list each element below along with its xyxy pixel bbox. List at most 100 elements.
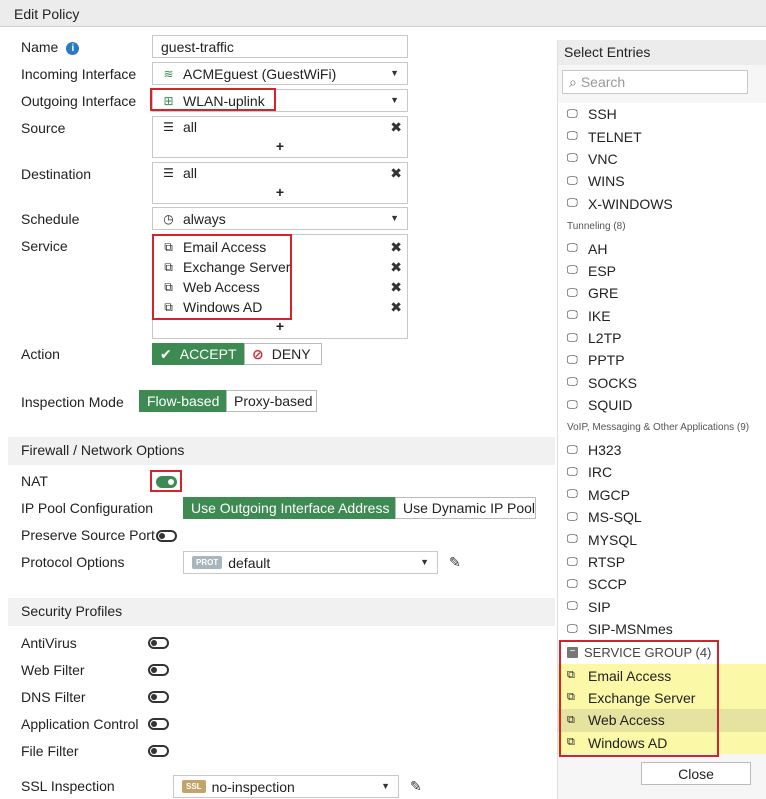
list-item[interactable]: 🖵 SCCP: [558, 573, 766, 596]
preserve-source-port-label: Preserve Source Port: [21, 527, 155, 543]
list-item[interactable]: 🖵 SSH: [558, 103, 766, 126]
incoming-interface-select[interactable]: ≋ ACMEguest (GuestWiFi) ▼: [152, 62, 408, 85]
monitor-icon: 🖵: [567, 174, 578, 187]
ssl-inspection-label: SSL Inspection: [21, 778, 115, 794]
proxy-based-button[interactable]: Proxy-based: [226, 390, 317, 412]
address-icon: ☰: [163, 120, 174, 134]
monitor-icon: 🖵: [567, 197, 578, 210]
monitor-icon: 🖵: [567, 309, 578, 322]
list-item[interactable]: 🖵 SIP: [558, 595, 766, 618]
name-value: guest-traffic: [161, 38, 234, 55]
list-item[interactable]: 🖵 SIP-MSNmes: [558, 617, 766, 641]
deny-button[interactable]: ⊘ DENY: [244, 343, 322, 365]
highlight-service: [152, 234, 292, 320]
list-item[interactable]: 🖵 IRC: [558, 461, 766, 484]
security-section-heading: Security Profiles: [8, 598, 555, 626]
monitor-icon: 🖵: [567, 353, 578, 366]
name-input[interactable]: guest-traffic: [152, 35, 408, 58]
destination-list[interactable]: ☰ all ✖ +: [152, 162, 408, 204]
list-item[interactable]: 🖵 IKE: [558, 304, 766, 327]
ssl-inspection-select[interactable]: SSL no-inspection ▼: [173, 775, 399, 798]
schedule-select[interactable]: ◷ always ▼: [152, 207, 408, 230]
search-input[interactable]: ⌕ Search: [562, 70, 748, 94]
use-dynamic-pool-button[interactable]: Use Dynamic IP Pool: [395, 497, 536, 519]
list-item[interactable]: 🖵 RTSP: [558, 550, 766, 574]
web-filter-toggle[interactable]: [148, 664, 169, 676]
protocol-options-label: Protocol Options: [21, 554, 125, 570]
antivirus-toggle[interactable]: [148, 637, 169, 649]
highlight-nat: [150, 470, 182, 492]
application-control-toggle[interactable]: [148, 718, 169, 730]
list-item[interactable]: 🖵 TELNET: [558, 125, 766, 148]
chevron-down-icon: ▼: [390, 213, 399, 223]
list-item[interactable]: 🖵 L2TP: [558, 326, 766, 350]
list-item[interactable]: 🖵 AH: [558, 237, 766, 260]
highlight-outgoing: [150, 88, 276, 111]
service-label: Service: [21, 238, 68, 254]
list-item[interactable]: 🖵 GRE: [558, 282, 766, 305]
ssl-inspection-value: no-inspection: [211, 778, 295, 795]
firewall-section-heading: Firewall / Network Options: [8, 437, 555, 465]
list-item[interactable]: 🖵 MYSQL: [558, 528, 766, 551]
clock-icon: ◷: [163, 211, 174, 226]
close-button[interactable]: Close: [641, 762, 751, 785]
dns-filter-label: DNS Filter: [21, 689, 86, 705]
preserve-source-port-toggle[interactable]: [156, 530, 177, 542]
list-item[interactable]: 🖵 SQUID: [558, 394, 766, 417]
chevron-down-icon: ▼: [381, 781, 390, 791]
close-icon[interactable]: ✖: [390, 165, 402, 182]
monitor-icon: 🖵: [567, 443, 578, 456]
monitor-icon: 🖵: [567, 465, 578, 478]
monitor-icon: 🖵: [567, 555, 578, 568]
use-outgoing-interface-button[interactable]: Use Outgoing Interface Address: [183, 497, 395, 519]
chevron-down-icon: ▼: [390, 95, 399, 105]
list-item[interactable]: 🖵 SOCKS: [558, 371, 766, 395]
source-list[interactable]: ☰ all ✖ +: [152, 116, 408, 158]
list-item[interactable]: 🖵 MS-SQL: [558, 506, 766, 529]
schedule-label: Schedule: [21, 211, 80, 227]
incoming-interface-label: Incoming Interface: [21, 66, 137, 82]
list-item[interactable]: 🖵 VNC: [558, 147, 766, 171]
close-icon[interactable]: ✖: [390, 299, 402, 316]
protocol-options-select[interactable]: PROT default ▼: [183, 551, 438, 574]
policy-form: Name i guest-traffic Incoming Interface ≋…: [8, 27, 555, 799]
pencil-icon[interactable]: ✎: [410, 778, 422, 795]
plus-icon[interactable]: +: [153, 137, 407, 155]
close-icon[interactable]: ✖: [390, 239, 402, 256]
list-item[interactable]: 🖵 H323: [558, 438, 766, 462]
list-item[interactable]: 🖵 X-WINDOWS: [558, 192, 766, 215]
flow-based-button[interactable]: Flow-based: [139, 390, 226, 412]
destination-label: Destination: [21, 166, 92, 182]
destination-item: ☰ all ✖: [153, 163, 407, 183]
pencil-icon[interactable]: ✎: [449, 554, 461, 571]
web-filter-label: Web Filter: [21, 662, 85, 678]
ip-pool-label: IP Pool Configuration: [21, 500, 154, 516]
list-item[interactable]: 🖵 PPTP: [558, 349, 766, 372]
chevron-down-icon: ▼: [390, 68, 399, 78]
window-title: Edit Policy: [0, 0, 766, 27]
close-icon[interactable]: ✖: [390, 259, 402, 276]
close-icon[interactable]: ✖: [390, 119, 402, 136]
outgoing-interface-label: Outgoing Interface: [21, 93, 137, 109]
action-label: Action: [21, 346, 60, 362]
monitor-icon: 🖵: [567, 577, 578, 590]
close-icon[interactable]: ✖: [390, 279, 402, 296]
accept-button[interactable]: ✔ ACCEPT: [152, 343, 244, 365]
monitor-icon: 🖵: [567, 107, 578, 120]
incoming-interface-value: ACMEguest (GuestWiFi): [183, 65, 337, 82]
dns-filter-toggle[interactable]: [148, 691, 169, 703]
monitor-icon: 🖵: [567, 242, 578, 255]
schedule-value: always: [183, 210, 226, 227]
ssl-badge: SSL: [182, 780, 206, 793]
list-item[interactable]: 🖵 ESP: [558, 259, 766, 283]
prot-badge: PROT: [192, 556, 223, 569]
deny-icon: ⊘: [252, 345, 264, 362]
monitor-icon: 🖵: [567, 622, 578, 635]
wifi-icon: ≋: [163, 66, 174, 81]
plus-icon[interactable]: +: [153, 183, 407, 201]
file-filter-toggle[interactable]: [148, 745, 169, 757]
info-icon[interactable]: i: [66, 42, 80, 55]
monitor-icon: 🖵: [567, 600, 578, 613]
list-item[interactable]: 🖵 WINS: [558, 170, 766, 193]
list-item[interactable]: 🖵 MGCP: [558, 483, 766, 507]
